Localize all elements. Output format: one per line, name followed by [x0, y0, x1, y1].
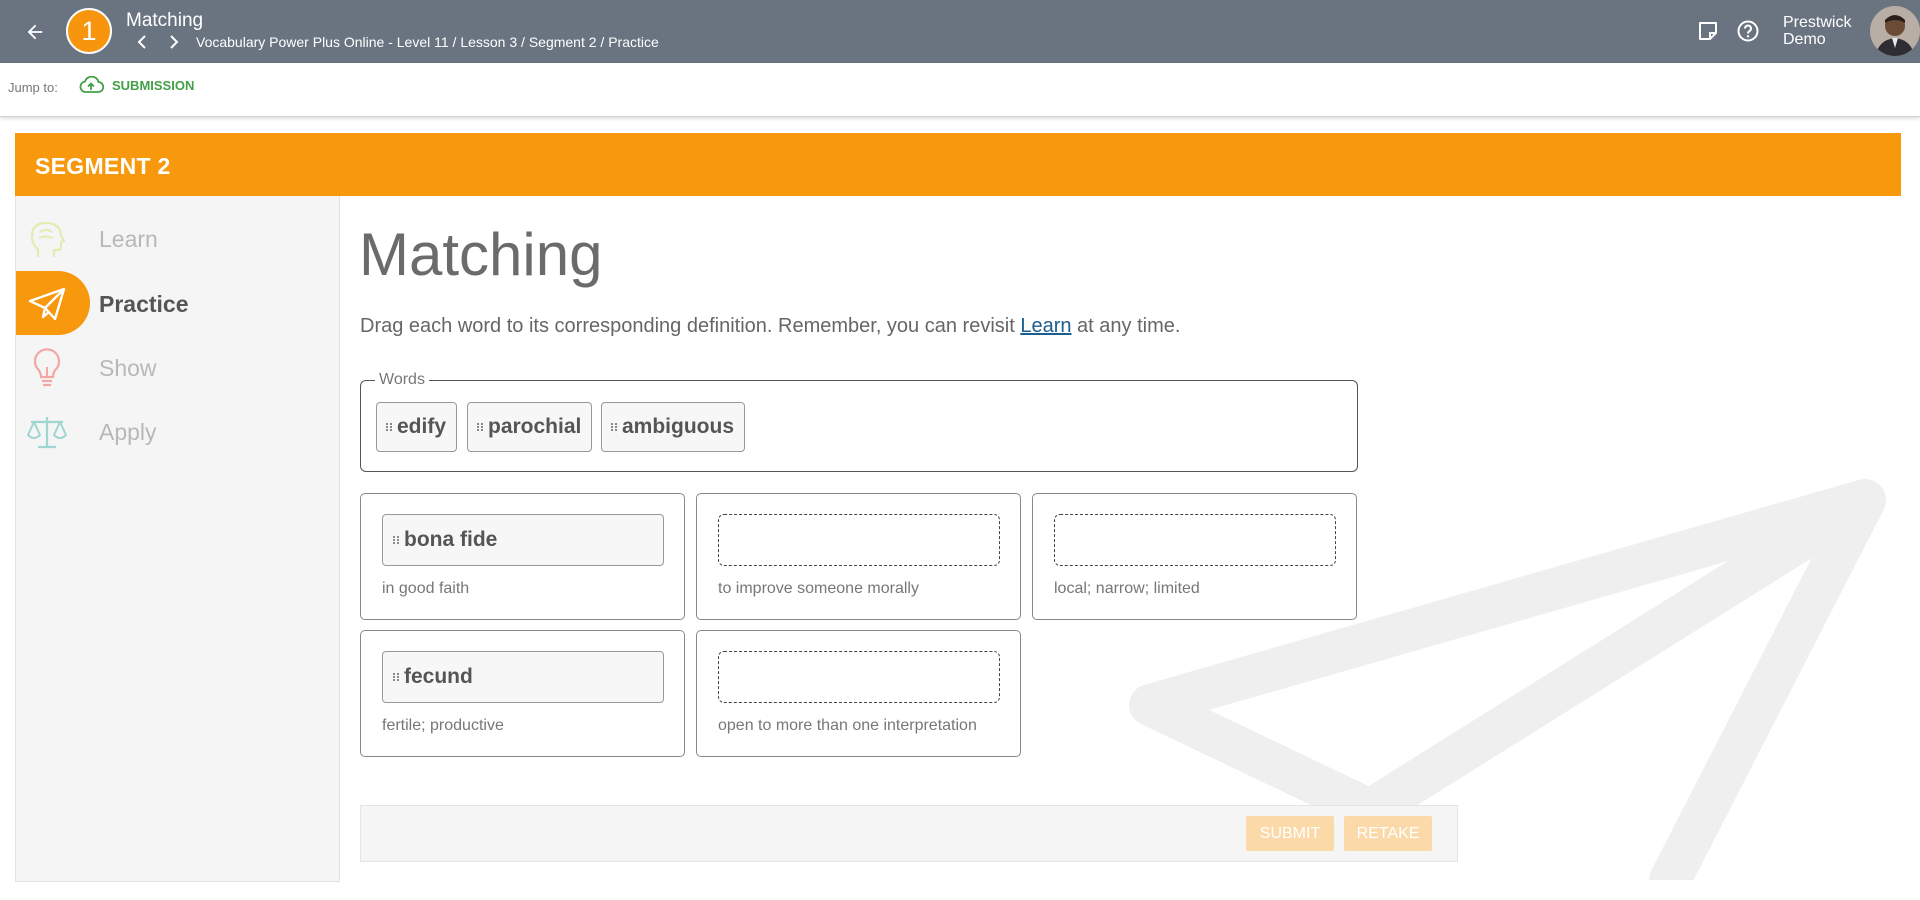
- segment-header: SEGMENT 2: [15, 133, 1901, 196]
- drop-zone-filled[interactable]: bona fide: [382, 514, 664, 566]
- user-last-name: Demo: [1783, 31, 1826, 48]
- definition-card: to improve someone morally: [696, 493, 1021, 620]
- sidebar-item-label: Apply: [99, 419, 157, 445]
- definition-card: bona fide in good faith: [360, 493, 685, 620]
- sidebar-item-learn[interactable]: Learn: [16, 206, 341, 270]
- breadcrumb[interactable]: Vocabulary Power Plus Online - Level 11 …: [196, 34, 659, 50]
- definition-card: open to more than one interpretation: [696, 630, 1021, 757]
- drop-zone-filled[interactable]: fecund: [382, 651, 664, 703]
- definition-text: open to more than one interpretation: [718, 717, 977, 734]
- drop-zone-empty[interactable]: [718, 651, 1000, 703]
- instructions: Drag each word to its corresponding defi…: [360, 315, 1180, 338]
- learn-link[interactable]: Learn: [1020, 315, 1071, 337]
- chevron-right-icon[interactable]: [166, 33, 182, 51]
- word-chip-ambiguous[interactable]: ambiguous: [601, 402, 746, 452]
- page-title: Matching: [359, 221, 603, 288]
- definition-text: in good faith: [382, 580, 470, 597]
- instructions-text: Drag each word to its corresponding defi…: [360, 315, 1021, 337]
- drag-handle-icon: [386, 423, 392, 431]
- user-menu[interactable]: Prestwick Demo: [1783, 14, 1851, 48]
- segment-sidebar: Learn Practice Show Apply: [15, 196, 340, 882]
- sidebar-item-label: Learn: [99, 226, 158, 252]
- scale-icon: [26, 411, 68, 453]
- definition-text: fertile; productive: [382, 717, 504, 734]
- placed-word: fecund: [404, 665, 473, 688]
- sidebar-item-apply[interactable]: Apply: [16, 399, 341, 463]
- submission-link[interactable]: SUBMISSION: [78, 76, 194, 94]
- drag-handle-icon: [477, 423, 483, 431]
- placed-word: bona fide: [404, 528, 498, 551]
- drop-zone-empty[interactable]: [1054, 514, 1336, 566]
- submit-button[interactable]: SUBMIT: [1246, 816, 1334, 851]
- word-chip-parochial[interactable]: parochial: [467, 402, 593, 452]
- retake-button[interactable]: RETAKE: [1344, 816, 1432, 851]
- word-chip-label: parochial: [488, 415, 582, 438]
- avatar[interactable]: [1870, 6, 1920, 56]
- sidebar-item-label: Show: [99, 355, 157, 381]
- jump-bar: Jump to: SUBMISSION: [0, 63, 1920, 117]
- back-arrow-icon[interactable]: [20, 17, 50, 47]
- drop-zone-empty[interactable]: [718, 514, 1000, 566]
- chevron-left-icon[interactable]: [134, 33, 150, 51]
- definition-card: local; narrow; limited: [1032, 493, 1357, 620]
- lightbulb-icon: [26, 347, 68, 389]
- cloud-upload-icon: [79, 76, 104, 93]
- top-bar: 1 Matching Vocabulary Power Plus Online …: [0, 0, 1920, 63]
- instructions-text-end: at any time.: [1071, 315, 1181, 337]
- notes-icon[interactable]: [1697, 20, 1719, 42]
- word-bank-legend: Words: [375, 371, 429, 389]
- paper-plane-icon: [26, 283, 68, 325]
- brain-icon: [26, 218, 68, 260]
- word-chip-edify[interactable]: edify: [376, 402, 458, 452]
- activity-title: Matching: [126, 10, 204, 31]
- word-chip-label: ambiguous: [622, 415, 735, 438]
- definition-text: to improve someone morally: [718, 580, 919, 597]
- sidebar-item-label: Practice: [99, 291, 189, 317]
- action-bar: SUBMIT RETAKE: [360, 805, 1458, 862]
- segment-title: SEGMENT 2: [35, 153, 171, 179]
- word-bank: Words edify parochial ambiguous: [360, 371, 1358, 472]
- submission-link-label: SUBMISSION: [112, 77, 195, 93]
- definition-text: local; narrow; limited: [1054, 580, 1200, 597]
- step-number-badge: 1: [66, 8, 112, 54]
- definition-card: fecund fertile; productive: [360, 630, 685, 757]
- sidebar-item-practice[interactable]: Practice: [16, 271, 341, 335]
- drag-handle-icon: [611, 423, 617, 431]
- drag-handle-icon: [393, 673, 399, 681]
- sidebar-item-show[interactable]: Show: [16, 335, 341, 399]
- user-first-name: Prestwick: [1783, 14, 1852, 31]
- word-chip-label: edify: [397, 415, 447, 438]
- jump-to-label: Jump to:: [8, 80, 58, 95]
- help-icon[interactable]: [1736, 19, 1760, 43]
- drag-handle-icon: [393, 536, 399, 544]
